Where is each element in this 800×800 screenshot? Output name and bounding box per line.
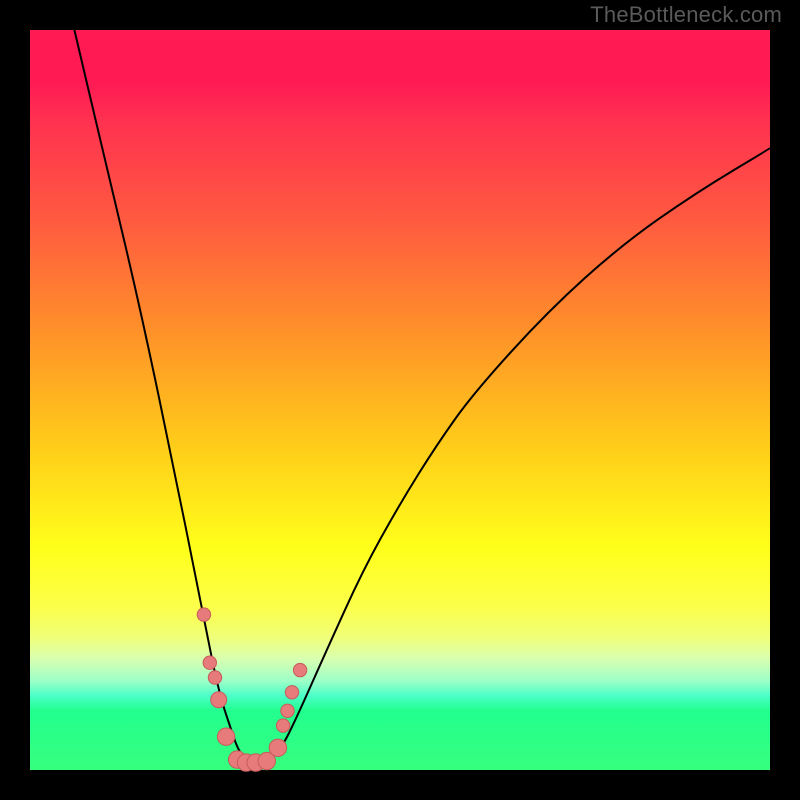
- curve-marker: [285, 686, 298, 699]
- curve-marker: [211, 692, 227, 708]
- watermark-label: TheBottleneck.com: [590, 2, 782, 28]
- curve-marker: [203, 656, 216, 669]
- curve-marker: [281, 704, 294, 717]
- chart-frame: TheBottleneck.com: [0, 0, 800, 800]
- curve-marker: [208, 671, 221, 684]
- bottleneck-curve: [74, 30, 770, 763]
- curve-marker: [197, 608, 210, 621]
- curve-marker: [269, 739, 286, 756]
- curve-marker: [293, 663, 306, 676]
- plot-area: [30, 30, 770, 770]
- curve-markers: [197, 608, 307, 771]
- curve-layer: [30, 30, 770, 770]
- curve-marker: [276, 719, 289, 732]
- curve-marker: [217, 728, 234, 745]
